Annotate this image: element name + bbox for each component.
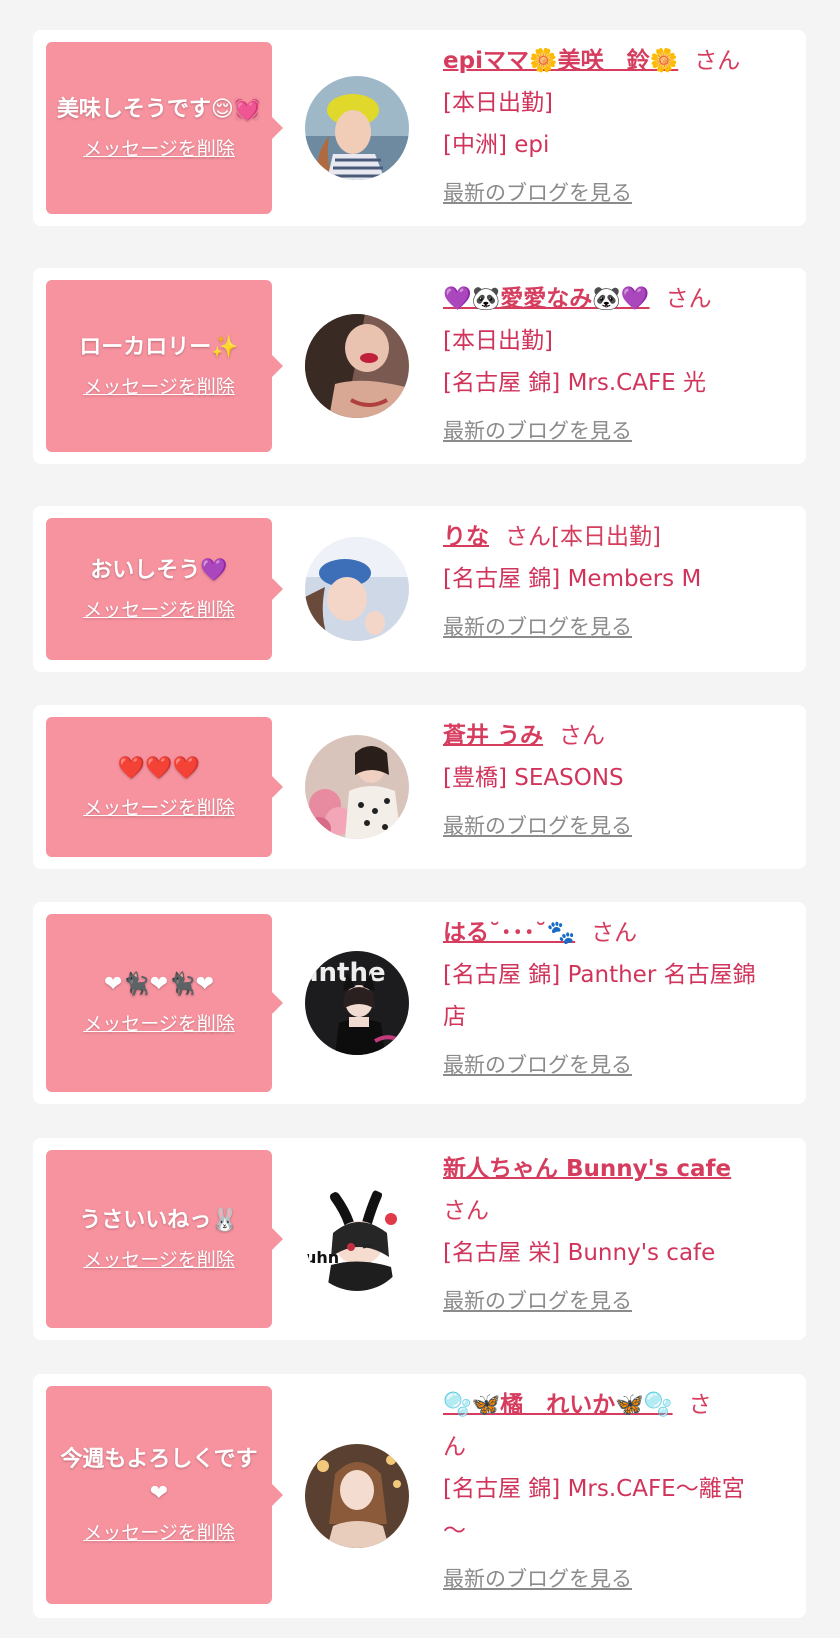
latest-blog-link[interactable]: 最新のブログを見る — [443, 1280, 793, 1322]
sender-name-row: 💜🐼愛愛なみ🐼💜 さん — [443, 278, 793, 320]
sender-name-row: 蒼井 うみ さん — [443, 715, 793, 757]
message-text: ❤🐈‍⬛❤🐈‍⬛❤ — [103, 972, 215, 997]
sender-name-row: 新人ちゃん Bunny's cafe — [443, 1148, 793, 1190]
delete-message-link[interactable]: メッセージを削除 — [83, 135, 235, 163]
avatar[interactable] — [305, 314, 409, 418]
shop-line: [名古屋 栄] Bunny's cafe — [443, 1240, 716, 1266]
status-line: [本日出勤] — [443, 90, 553, 116]
svg-text:uhn: uhn — [305, 1248, 339, 1267]
sender-name-link[interactable]: epiママ🌼美咲 鈴🌼 — [443, 48, 678, 74]
message-text: ローカロリー✨ — [79, 335, 239, 360]
sender-info: 新人ちゃん Bunny's cafe さん [名古屋 栄] Bunny's ca… — [443, 1148, 793, 1322]
message-bubble: おいしそう💜 メッセージを削除 — [46, 518, 283, 660]
sender-name-row: りな さん[本日出勤] — [443, 516, 793, 558]
latest-blog-link[interactable]: 最新のブログを見る — [443, 606, 793, 648]
delete-message-link[interactable]: メッセージを削除 — [83, 794, 235, 822]
sender-info: りな さん[本日出勤] [名古屋 錦] Members M 最新のブログを見る — [443, 516, 793, 648]
avatar[interactable] — [305, 735, 409, 839]
shop-line: [名古屋 錦] Mrs.CAFE 光 — [443, 370, 707, 396]
list-item: おいしそう💜 メッセージを削除 りな さん[本日出勤] [名古屋 錦] Membe… — [33, 506, 806, 672]
latest-blog-link[interactable]: 最新のブログを見る — [443, 410, 793, 452]
message-text: おいしそう💜 — [90, 558, 228, 583]
sender-name-link[interactable]: りな — [443, 524, 489, 550]
latest-blog-link[interactable]: 最新のブログを見る — [443, 805, 793, 847]
sender-name-link[interactable]: 💜🐼愛愛なみ🐼💜 — [443, 286, 650, 312]
latest-blog-link[interactable]: 最新のブログを見る — [443, 172, 793, 214]
message-text: ❤️❤️❤️ — [117, 756, 201, 781]
avatar[interactable]: anthe — [305, 951, 409, 1055]
message-bubble: 美味しそうです😌💓 メッセージを削除 — [46, 42, 283, 214]
message-text: 今週もよろしくです❤ — [60, 1447, 258, 1506]
shop-line: [名古屋 錦] Panther 名古屋錦 — [443, 962, 756, 988]
message-bubble: ❤️❤️❤️ メッセージを削除 — [46, 717, 283, 857]
shop-line: [名古屋 錦] Members M — [443, 566, 702, 592]
sender-name-row: はる˘･･･˘🐾 さん — [443, 912, 793, 954]
delete-message-link[interactable]: メッセージを削除 — [83, 596, 235, 624]
sender-name-row: epiママ🌼美咲 鈴🌼 さん — [443, 40, 793, 82]
honorific: さん — [665, 286, 712, 312]
shop-line: [豊橋] SEASONS — [443, 765, 624, 791]
list-item: ❤️❤️❤️ メッセージを削除 蒼井 うみ さん [豊橋] SEASONS 最新… — [33, 705, 806, 869]
message-list: 美味しそうです😌💓 メッセージを削除 epiママ🌼美咲 鈴🌼 さん [本日出勤] … — [0, 0, 840, 1638]
shop-line-continued: 〜 — [443, 1518, 466, 1544]
sender-name-link[interactable]: 蒼井 うみ — [443, 723, 543, 749]
latest-blog-link[interactable]: 最新のブログを見る — [443, 1044, 793, 1086]
message-bubble: ローカロリー✨ メッセージを削除 — [46, 280, 283, 452]
shop-line-continued: 店 — [443, 1004, 466, 1030]
shop-line: [名古屋 錦] Mrs.CAFE〜離宮 — [443, 1476, 745, 1502]
sender-name-link[interactable]: はる˘･･･˘🐾 — [443, 920, 575, 946]
honorific: さん[本日出勤] — [505, 524, 661, 550]
status-line: [本日出勤] — [443, 328, 553, 354]
list-item: うさいいねっ🐰 メッセージを削除 uhn 新人ちゃん Bunny's cafe … — [33, 1138, 806, 1340]
avatar[interactable] — [305, 1444, 409, 1548]
list-item: 今週もよろしくです❤ メッセージを削除 🫧🦋橘 れいか🦋🫧 さ ん [名古屋 錦]… — [33, 1374, 806, 1618]
sender-info: epiママ🌼美咲 鈴🌼 さん [本日出勤] [中洲] epi 最新のブログを見る — [443, 40, 793, 214]
message-bubble: 今週もよろしくです❤ メッセージを削除 — [46, 1386, 283, 1604]
honorific-continued: ん — [443, 1434, 466, 1460]
message-text: うさいいねっ🐰 — [79, 1208, 239, 1233]
message-bubble: うさいいねっ🐰 メッセージを削除 — [46, 1150, 283, 1328]
avatar[interactable] — [305, 537, 409, 641]
delete-message-link[interactable]: メッセージを削除 — [83, 1010, 235, 1038]
list-item: ❤🐈‍⬛❤🐈‍⬛❤ メッセージを削除 anthe はる˘･･･˘🐾 さん [名古屋… — [33, 902, 806, 1104]
avatar[interactable]: uhn — [305, 1187, 409, 1291]
sender-name-link[interactable]: 🫧🦋橘 れいか🦋🫧 — [443, 1392, 673, 1418]
message-bubble: ❤🐈‍⬛❤🐈‍⬛❤ メッセージを削除 — [46, 914, 283, 1092]
latest-blog-link[interactable]: 最新のブログを見る — [443, 1558, 793, 1600]
honorific: さ — [688, 1392, 712, 1418]
delete-message-link[interactable]: メッセージを削除 — [83, 1246, 235, 1274]
honorific: さん — [694, 48, 741, 74]
sender-name-link[interactable]: 新人ちゃん Bunny's cafe — [443, 1156, 731, 1182]
sender-info: 蒼井 うみ さん [豊橋] SEASONS 最新のブログを見る — [443, 715, 793, 847]
delete-message-link[interactable]: メッセージを削除 — [83, 373, 235, 401]
sender-name-row: 🫧🦋橘 れいか🦋🫧 さ — [443, 1384, 793, 1426]
sender-info: 🫧🦋橘 れいか🦋🫧 さ ん [名古屋 錦] Mrs.CAFE〜離宮 〜 最新のブロ… — [443, 1384, 793, 1600]
delete-message-link[interactable]: メッセージを削除 — [83, 1519, 235, 1547]
avatar[interactable] — [305, 76, 409, 180]
list-item: ローカロリー✨ メッセージを削除 💜🐼愛愛なみ🐼💜 さん [本日出勤] [名古屋 … — [33, 268, 806, 464]
honorific: さん — [591, 920, 638, 946]
sender-info: 💜🐼愛愛なみ🐼💜 さん [本日出勤] [名古屋 錦] Mrs.CAFE 光 最新の… — [443, 278, 793, 452]
honorific: さん — [443, 1198, 489, 1224]
list-item: 美味しそうです😌💓 メッセージを削除 epiママ🌼美咲 鈴🌼 さん [本日出勤] … — [33, 30, 806, 226]
sender-info: はる˘･･･˘🐾 さん [名古屋 錦] Panther 名古屋錦 店 最新のブログ… — [443, 912, 793, 1086]
honorific: さん — [559, 723, 606, 749]
message-text: 美味しそうです😌💓 — [56, 97, 262, 122]
shop-line: [中洲] epi — [443, 132, 550, 158]
